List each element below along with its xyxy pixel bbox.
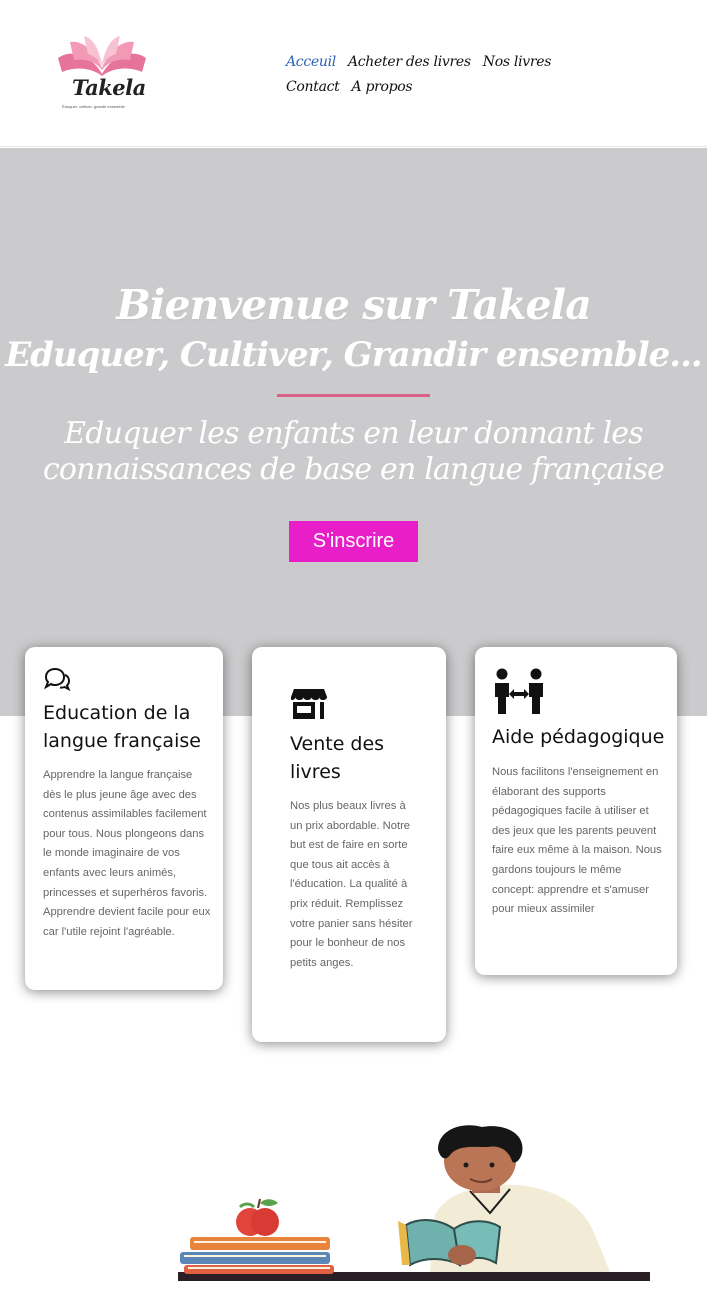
feature-card-education: Education de la langue française Apprend… [25, 647, 223, 990]
feature-text: Apprendre la langue française dès le plu… [43, 769, 211, 938]
open-book-icon [58, 36, 146, 76]
nav-a-propos[interactable]: A propos [352, 75, 413, 100]
feature-title: Vente des livres [290, 733, 385, 783]
people-exchange-icon [492, 667, 546, 720]
book-stack [180, 1237, 334, 1274]
hero-title: Bienvenue sur Takela [116, 281, 592, 329]
main-nav: Acceuil Acheter des livres Nos livres Conta… [286, 50, 606, 100]
feature-card-aide: Aide pédagogique Nous facilitons l'ensei… [475, 647, 677, 975]
feature-title: Aide pédagogique [492, 726, 665, 748]
reading-child-illustration [178, 1125, 650, 1281]
chat-bubbles-icon [43, 667, 71, 696]
nav-acheter-des-livres[interactable]: Acheter des livres [348, 50, 471, 75]
hero-subtitle: Eduquer, Cultiver, Grandir ensemble... [5, 335, 703, 375]
logo-wordmark: Takela [72, 75, 146, 100]
nav-nos-livres[interactable]: Nos livres [483, 50, 552, 75]
apple [236, 1198, 279, 1236]
hero-lead: Eduquer les enfants en leur donnant les … [42, 416, 665, 487]
signup-button[interactable]: S'inscrire [289, 521, 418, 562]
site-logo[interactable]: Takela Éduquer, cultiver, grandir ensemb… [52, 34, 152, 114]
hero-section: Bienvenue sur Takela Eduquer, Cultiver, … [0, 148, 707, 716]
store-icon [290, 688, 328, 725]
site-header: Takela Éduquer, cultiver, grandir ensemb… [0, 0, 707, 147]
child-figure [398, 1125, 610, 1272]
feature-title: Education de la langue française [43, 702, 201, 752]
hero-divider [277, 394, 430, 397]
nav-accueil[interactable]: Acceuil [286, 50, 336, 75]
feature-text: Nous facilitons l'enseignement en élabor… [492, 766, 662, 916]
logo-tagline: Éduquer, cultiver, grandir ensemble [62, 104, 125, 109]
feature-card-vente: Vente des livres Nos plus beaux livres à… [252, 647, 446, 1042]
feature-text: Nos plus beaux livres à un prix abordabl… [290, 800, 413, 969]
nav-contact[interactable]: Contact [286, 75, 340, 100]
